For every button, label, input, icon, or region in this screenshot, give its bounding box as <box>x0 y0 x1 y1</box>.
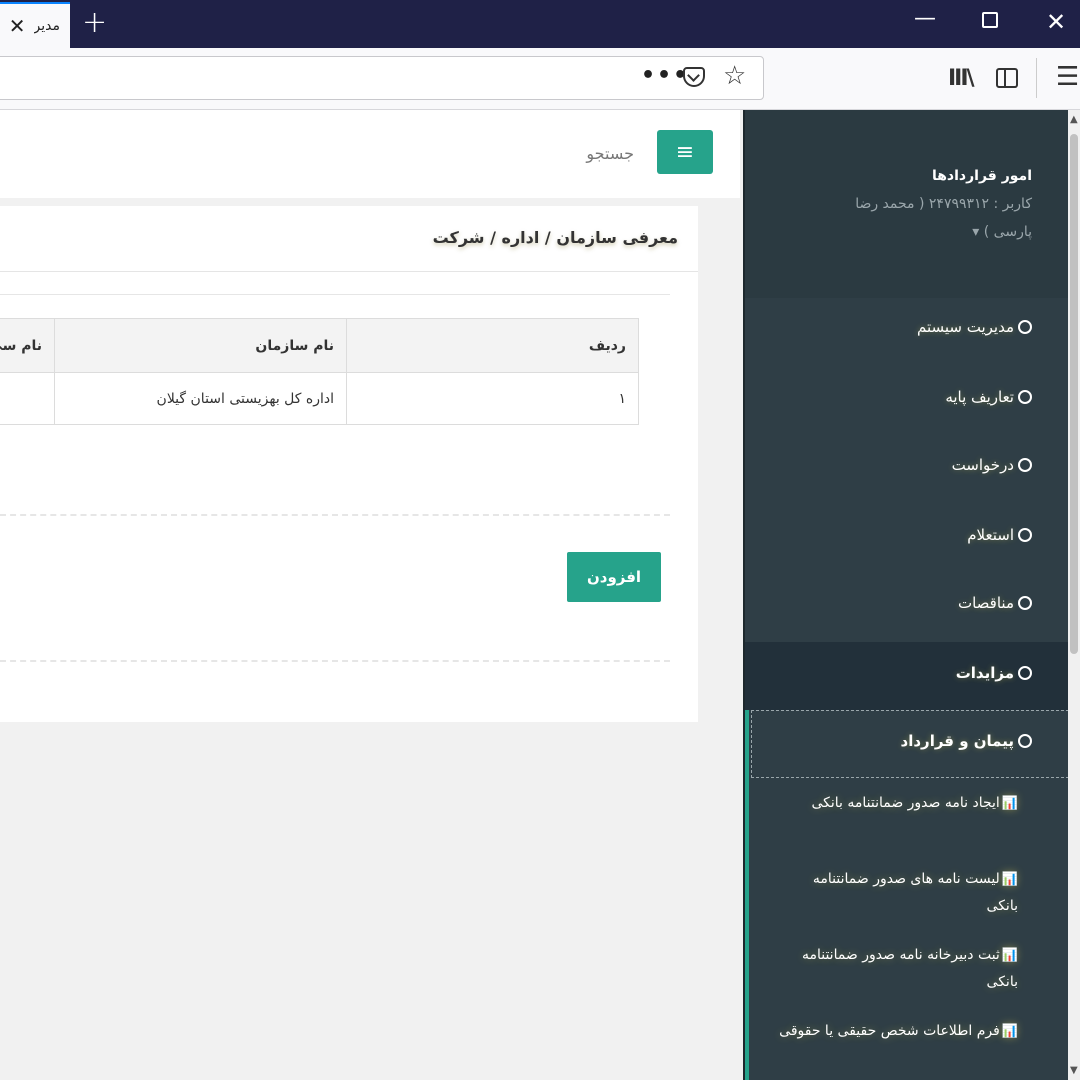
submenu-item-label: لیست نامه های صدور ضمانتنامه بانکی <box>812 871 1018 914</box>
circle-icon <box>1018 320 1032 334</box>
sidebar-item-inquiry[interactable]: استعلام <box>967 526 1032 544</box>
sidebar: امور قراردادها کاربر : ۲۴۷۹۹۳۱۲ ( محمد ر… <box>743 110 1069 1080</box>
chart-icon: 📊 <box>1001 948 1018 963</box>
chart-icon: 📊 <box>1001 796 1018 811</box>
browser-titlebar: ✕ مدیر + — ✕ <box>0 0 1080 48</box>
bookmark-star-icon[interactable]: ☆ <box>723 61 746 91</box>
library-icon[interactable]: III\ <box>948 66 975 91</box>
tab-close-icon[interactable]: ✕ <box>9 16 26 36</box>
column-header-other[interactable]: نام سی <box>0 318 55 373</box>
user-info: کاربر : ۲۴۷۹۹۳۱۲ ( محمد رضا <box>855 196 1032 212</box>
pocket-icon[interactable] <box>683 67 705 87</box>
column-header-org-name[interactable]: نام سازمان <box>54 318 347 373</box>
sidebar-item-system-management[interactable]: مدیریت سیستم <box>917 318 1032 336</box>
minimize-icon[interactable]: — <box>914 6 936 31</box>
menu-icon: ≡ <box>675 139 695 165</box>
cell-org-name: اداره کل بهزیستی استان گیلان <box>54 372 347 425</box>
sidebar-profile: امور قراردادها کاربر : ۲۴۷۹۹۳۱۲ ( محمد ر… <box>745 110 1068 298</box>
language-dropdown[interactable]: پارسی ) ▾ <box>972 224 1032 240</box>
submenu-item-label: ثبت دبیرخانه نامه صدور ضمانتنامه بانکی <box>801 947 1018 990</box>
circle-icon <box>1018 458 1032 472</box>
circle-icon <box>1018 390 1032 404</box>
browser-tab[interactable]: ✕ مدیر <box>0 2 70 48</box>
window-close-icon[interactable]: ✕ <box>1046 8 1066 36</box>
tab-title: مدیر <box>33 18 60 34</box>
menu-toggle-button[interactable]: ≡ <box>657 130 713 174</box>
maximize-icon[interactable] <box>982 12 998 28</box>
page-scrollbar[interactable]: ▲ ▼ <box>1068 110 1080 1080</box>
table-header-row: ردیف نام سازمان نام سی <box>0 318 639 373</box>
content-card: معرفی سازمان / اداره / شرکت ردیف نام ساز… <box>0 206 698 722</box>
new-tab-icon[interactable]: + <box>82 8 107 38</box>
scroll-down-icon[interactable]: ▼ <box>1070 1065 1078 1076</box>
sidebar-toggle-icon[interactable] <box>996 68 1018 88</box>
sidebar-item-label: استعلام <box>967 526 1014 544</box>
sidebar-active-accent <box>745 710 749 1080</box>
scrollbar-thumb[interactable] <box>1070 134 1078 654</box>
sidebar-item-auctions[interactable]: مزایدات <box>956 664 1032 682</box>
breadcrumb: معرفی سازمان / اداره / شرکت <box>432 228 678 247</box>
divider <box>0 294 670 295</box>
sidebar-item-label: مزایدات <box>955 664 1014 682</box>
toolbar-separator <box>1036 58 1037 98</box>
page-topbar: ≡ جستجو <box>0 110 740 198</box>
submenu-item-create-guarantee-letter[interactable]: 📊ایجاد نامه صدور ضمانتنامه بانکی <box>778 790 1018 817</box>
submenu-item-guarantee-letters-list[interactable]: 📊لیست نامه های صدور ضمانتنامه بانکی <box>778 866 1018 919</box>
submenu-item-label: ایجاد نامه صدور ضمانتنامه بانکی <box>811 795 1000 811</box>
url-bar[interactable]: ••• ☆ <box>0 56 764 100</box>
browser-toolbar: ••• ☆ III\ ☰ <box>0 48 1080 110</box>
app-title: امور قراردادها <box>931 168 1032 184</box>
card-header: معرفی سازمان / اداره / شرکت <box>0 206 698 272</box>
sidebar-item-label: تعاریف پایه <box>945 388 1014 406</box>
sidebar-item-tenders[interactable]: مناقصات <box>958 594 1032 612</box>
cell-row-number: ۱ <box>346 372 639 425</box>
cell-other <box>0 372 55 425</box>
page-actions-icon[interactable]: ••• <box>641 63 689 88</box>
circle-icon <box>1018 596 1032 610</box>
circle-icon <box>1018 528 1032 542</box>
circle-icon <box>1018 734 1032 748</box>
sidebar-item-request[interactable]: درخواست <box>952 456 1032 474</box>
sidebar-item-contracts[interactable]: پیمان و قرارداد <box>901 732 1032 750</box>
scroll-up-icon[interactable]: ▲ <box>1070 114 1078 125</box>
sidebar-item-label: مناقصات <box>957 594 1014 612</box>
circle-icon <box>1018 666 1032 680</box>
table-row[interactable]: ۱ اداره کل بهزیستی استان گیلان <box>0 372 639 425</box>
submenu-item-register-guarantee-letter[interactable]: 📊ثبت دبیرخانه نامه صدور ضمانتنامه بانکی <box>778 942 1018 995</box>
chart-icon: 📊 <box>1001 1024 1018 1039</box>
hamburger-menu-icon[interactable]: ☰ <box>1056 62 1079 92</box>
sidebar-item-label: مدیریت سیستم <box>916 318 1014 336</box>
sidebar-item-label: درخواست <box>951 456 1014 474</box>
sidebar-item-label: پیمان و قرارداد <box>900 732 1014 750</box>
column-header-row-number[interactable]: ردیف <box>346 318 639 373</box>
search-link[interactable]: جستجو <box>560 144 634 163</box>
submenu-item-label: فرم اطلاعات شخص حقیقی یا حقوقی <box>779 1023 1000 1039</box>
add-button[interactable]: افزودن <box>567 552 661 602</box>
submenu-item-person-info-form[interactable]: 📊فرم اطلاعات شخص حقیقی یا حقوقی <box>778 1018 1018 1045</box>
dashed-divider <box>0 660 670 662</box>
sidebar-item-base-definitions[interactable]: تعاریف پایه <box>945 388 1032 406</box>
dashed-divider <box>0 514 670 516</box>
organizations-table: ردیف نام سازمان نام سی ۱ اداره کل بهزیست… <box>0 318 639 425</box>
chart-icon: 📊 <box>1001 872 1018 887</box>
